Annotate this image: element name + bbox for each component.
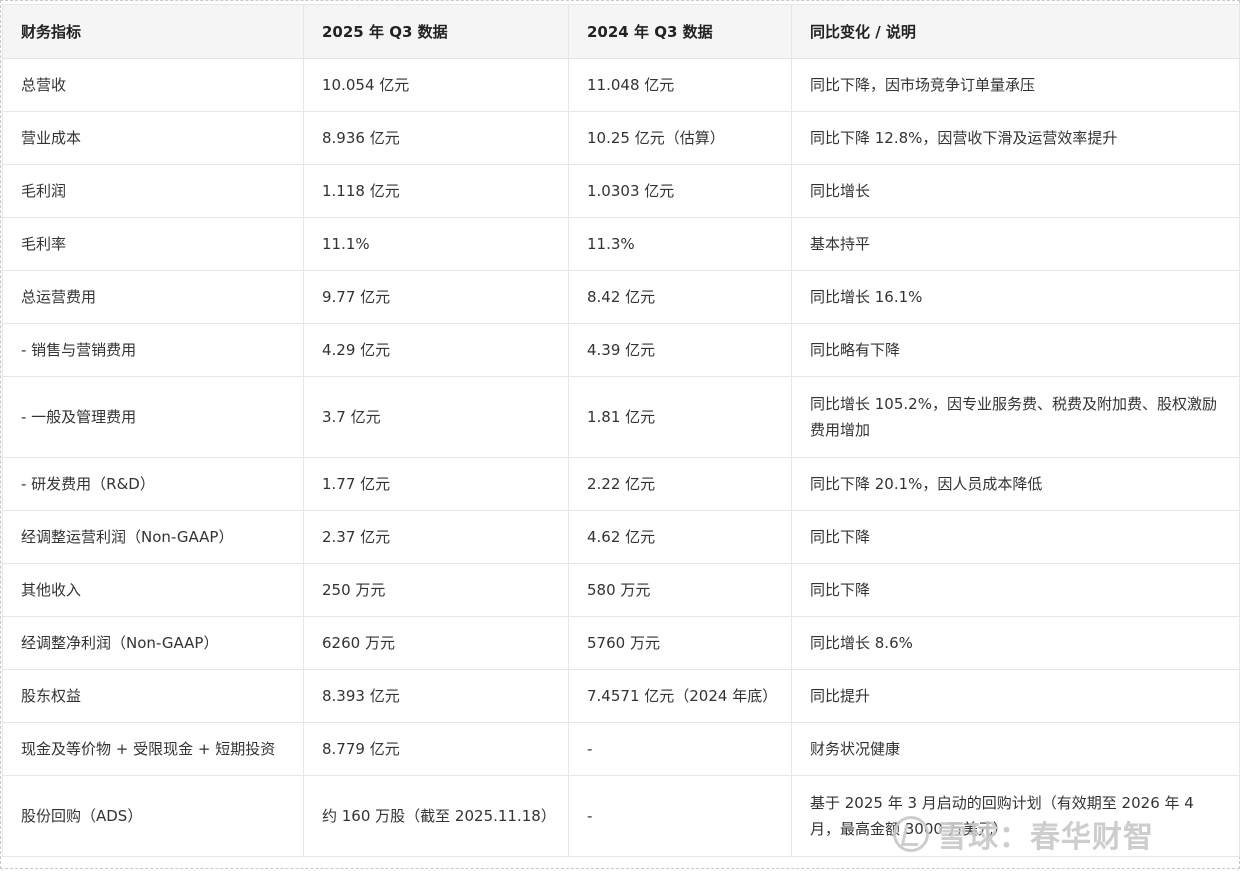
cell-note: 财务状况健康 [791, 722, 1240, 776]
cell-2024: 4.62 亿元 [568, 510, 792, 564]
cell-2024: 7.4571 亿元（2024 年底） [568, 669, 792, 723]
cell-2025: 1.77 亿元 [303, 457, 569, 511]
table-row: 股份回购（ADS） 约 160 万股（截至 2025.11.18） - 基于 2… [2, 775, 1240, 857]
cell-2025: 9.77 亿元 [303, 270, 569, 324]
cell-metric: 经调整净利润（Non-GAAP） [2, 616, 304, 670]
cell-note: 同比下降 [791, 510, 1240, 564]
cell-2024: 2.22 亿元 [568, 457, 792, 511]
cell-metric: 股份回购（ADS） [2, 775, 304, 857]
header-2025-q3: 2025 年 Q3 数据 [303, 4, 569, 59]
cell-2025: 11.1% [303, 217, 569, 271]
cell-2024: 5760 万元 [568, 616, 792, 670]
table-row: 营业成本 8.936 亿元 10.25 亿元（估算） 同比下降 12.8%，因营… [2, 111, 1240, 165]
cell-metric: 股东权益 [2, 669, 304, 723]
cell-note: 基本持平 [791, 217, 1240, 271]
cell-2024: - [568, 775, 792, 857]
cell-2024: 11.048 亿元 [568, 58, 792, 112]
cell-note: 同比增长 16.1% [791, 270, 1240, 324]
header-change-note: 同比变化 / 说明 [791, 4, 1240, 59]
cell-metric: - 销售与营销费用 [2, 323, 304, 377]
cell-note: 同比下降 [791, 563, 1240, 617]
header-2024-q3: 2024 年 Q3 数据 [568, 4, 792, 59]
header-metric: 财务指标 [2, 4, 304, 59]
cell-2025: 2.37 亿元 [303, 510, 569, 564]
cell-metric: 毛利率 [2, 217, 304, 271]
table-row: 总营收 10.054 亿元 11.048 亿元 同比下降，因市场竞争订单量承压 [2, 58, 1240, 112]
cell-note: 基于 2025 年 3 月启动的回购计划（有效期至 2026 年 4 月，最高金… [791, 775, 1240, 857]
table-row: - 销售与营销费用 4.29 亿元 4.39 亿元 同比略有下降 [2, 323, 1240, 377]
table-header-row: 财务指标 2025 年 Q3 数据 2024 年 Q3 数据 同比变化 / 说明 [2, 4, 1240, 59]
table-row: 现金及等价物 + 受限现金 + 短期投资 8.779 亿元 - 财务状况健康 [2, 722, 1240, 776]
cell-metric: - 研发费用（R&D） [2, 457, 304, 511]
table-row: 毛利润 1.118 亿元 1.0303 亿元 同比增长 [2, 164, 1240, 218]
table-row: 经调整运营利润（Non-GAAP） 2.37 亿元 4.62 亿元 同比下降 [2, 510, 1240, 564]
financial-table: 财务指标 2025 年 Q3 数据 2024 年 Q3 数据 同比变化 / 说明… [2, 4, 1240, 857]
table-row: 其他收入 250 万元 580 万元 同比下降 [2, 563, 1240, 617]
cell-note: 同比下降 12.8%，因营收下滑及运营效率提升 [791, 111, 1240, 165]
table-row: 股东权益 8.393 亿元 7.4571 亿元（2024 年底） 同比提升 [2, 669, 1240, 723]
cell-2025: 8.779 亿元 [303, 722, 569, 776]
cell-2024: 8.42 亿元 [568, 270, 792, 324]
table-row: 经调整净利润（Non-GAAP） 6260 万元 5760 万元 同比增长 8.… [2, 616, 1240, 670]
cell-note: 同比提升 [791, 669, 1240, 723]
cell-2025: 250 万元 [303, 563, 569, 617]
cell-2025: 3.7 亿元 [303, 376, 569, 458]
cell-metric: 营业成本 [2, 111, 304, 165]
cell-2025: 1.118 亿元 [303, 164, 569, 218]
cell-2025: 8.936 亿元 [303, 111, 569, 165]
cell-note: 同比下降，因市场竞争订单量承压 [791, 58, 1240, 112]
table-row: 总运营费用 9.77 亿元 8.42 亿元 同比增长 16.1% [2, 270, 1240, 324]
cell-2024: 10.25 亿元（估算） [568, 111, 792, 165]
cell-2025: 6260 万元 [303, 616, 569, 670]
cell-note: 同比增长 105.2%，因专业服务费、税费及附加费、股权激励费用增加 [791, 376, 1240, 458]
cell-2024: 1.0303 亿元 [568, 164, 792, 218]
cell-2025: 4.29 亿元 [303, 323, 569, 377]
cell-2025: 约 160 万股（截至 2025.11.18） [303, 775, 569, 857]
cell-2024: 11.3% [568, 217, 792, 271]
cell-note: 同比增长 [791, 164, 1240, 218]
cell-2025: 8.393 亿元 [303, 669, 569, 723]
cell-2024: 4.39 亿元 [568, 323, 792, 377]
cell-2025: 10.054 亿元 [303, 58, 569, 112]
cell-note: 同比略有下降 [791, 323, 1240, 377]
cell-metric: 现金及等价物 + 受限现金 + 短期投资 [2, 722, 304, 776]
table-row: - 研发费用（R&D） 1.77 亿元 2.22 亿元 同比下降 20.1%，因… [2, 457, 1240, 511]
table-row: - 一般及管理费用 3.7 亿元 1.81 亿元 同比增长 105.2%，因专业… [2, 376, 1240, 458]
cell-2024: - [568, 722, 792, 776]
cell-metric: 其他收入 [2, 563, 304, 617]
cell-metric: - 一般及管理费用 [2, 376, 304, 458]
table-row: 毛利率 11.1% 11.3% 基本持平 [2, 217, 1240, 271]
cell-note: 同比增长 8.6% [791, 616, 1240, 670]
cell-metric: 总营收 [2, 58, 304, 112]
cell-2024: 1.81 亿元 [568, 376, 792, 458]
cell-metric: 经调整运营利润（Non-GAAP） [2, 510, 304, 564]
cell-note: 同比下降 20.1%，因人员成本降低 [791, 457, 1240, 511]
cell-metric: 毛利润 [2, 164, 304, 218]
cell-2024: 580 万元 [568, 563, 792, 617]
cell-metric: 总运营费用 [2, 270, 304, 324]
